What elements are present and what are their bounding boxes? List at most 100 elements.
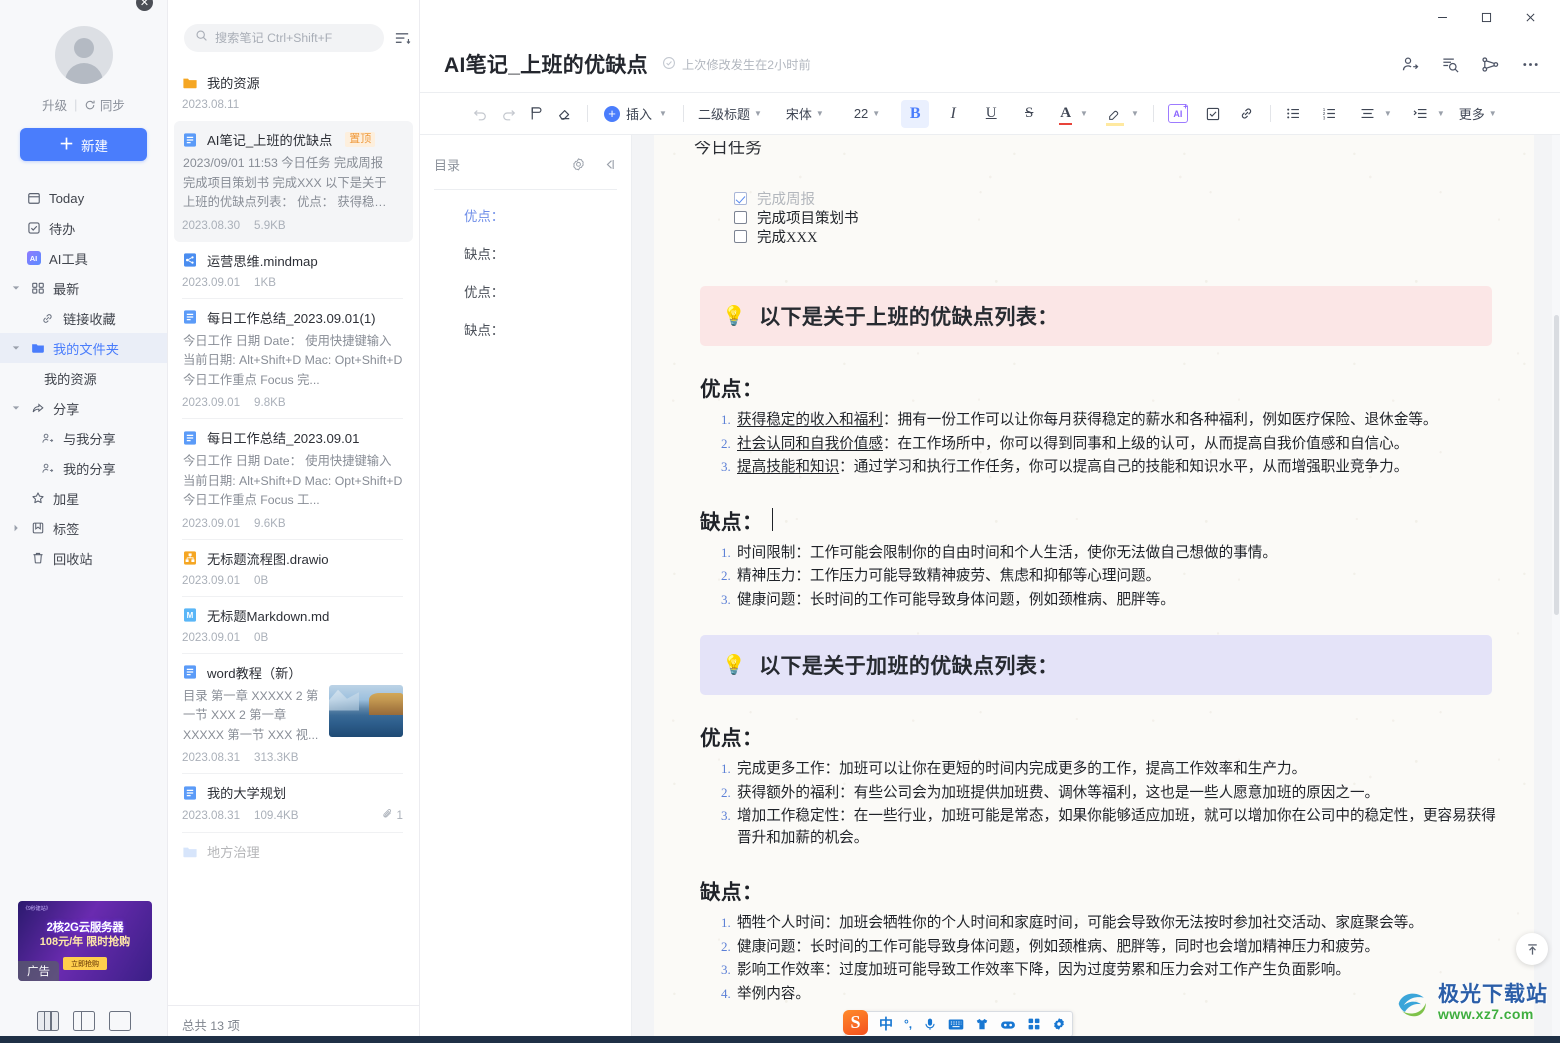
format-brush-button[interactable]: [522, 100, 550, 128]
list-item[interactable]: AI笔记_上班的优缺点 置顶 2023/09/01 11:53 今日任务 完成周…: [174, 121, 413, 242]
sidebar-item-ai-tools[interactable]: AI AI工具: [0, 243, 167, 273]
doc-search-icon[interactable]: [1440, 54, 1460, 74]
new-note-button[interactable]: ＋ 新建: [20, 128, 147, 161]
list-item[interactable]: 地方治理: [168, 833, 419, 871]
sidebar-item-tags[interactable]: 标签: [0, 513, 167, 543]
list-item[interactable]: 我的资源 2023.08.11: [168, 64, 419, 121]
sync-button[interactable]: 同步: [84, 95, 125, 114]
bullet-list-button[interactable]: [1280, 100, 1308, 128]
chevron-down-icon[interactable]: [10, 344, 22, 352]
strikethrough-button[interactable]: S: [1015, 100, 1043, 128]
list-item[interactable]: M 无标题Markdown.md 2023.09.01 0B: [168, 597, 419, 654]
toolbox-icon[interactable]: [1000, 1018, 1016, 1031]
toc-item[interactable]: 优点：: [434, 272, 617, 310]
checkbox-icon[interactable]: [734, 211, 747, 224]
more-tools-button[interactable]: 更多 ▼: [1454, 100, 1502, 128]
sidebar-item-share[interactable]: 分享: [0, 393, 167, 423]
clear-format-button[interactable]: [550, 100, 578, 128]
sidebar-item-my-folder[interactable]: 我的文件夹: [0, 333, 167, 363]
checkbox-insert-button[interactable]: [1199, 100, 1227, 128]
apps-icon[interactable]: [1027, 1017, 1041, 1031]
todo-item[interactable]: 完成周报: [734, 189, 1498, 208]
toc-item[interactable]: 缺点：: [434, 310, 617, 348]
sidebar-item-starred[interactable]: 加星: [0, 483, 167, 513]
document-body[interactable]: 今日任务 完成周报 完成项目策划书 完成XXX 💡 以下是关于上班的优缺点列表：…: [654, 135, 1534, 1005]
layout-two-column-button[interactable]: [72, 1011, 95, 1031]
checkbox-icon[interactable]: [734, 230, 747, 243]
underline-button[interactable]: U: [977, 100, 1005, 128]
sidebar-item-latest[interactable]: 最新: [0, 273, 167, 303]
upgrade-link[interactable]: 升级: [42, 95, 67, 114]
italic-button[interactable]: I: [939, 100, 967, 128]
sogou-logo-icon[interactable]: S: [843, 1010, 868, 1035]
font-color-button[interactable]: A ▼: [1055, 100, 1093, 128]
window-minimize-button[interactable]: [1420, 0, 1464, 34]
window-maximize-button[interactable]: [1464, 0, 1508, 34]
link-insert-button[interactable]: [1233, 100, 1261, 128]
scrollbar-thumb[interactable]: [1553, 315, 1559, 615]
collapse-left-icon[interactable]: [602, 157, 617, 172]
insert-button[interactable]: + 插入 ▼: [597, 100, 674, 128]
chevron-down-icon[interactable]: [10, 404, 22, 412]
redo-button[interactable]: [494, 100, 522, 128]
sidebar-item-my-shares[interactable]: 我的分享: [0, 453, 167, 483]
bold-button[interactable]: B: [901, 99, 930, 128]
document-scroll-area[interactable]: 今日任务 完成周报 完成项目策划书 完成XXX 💡 以下是关于上班的优缺点列表：…: [632, 135, 1560, 1043]
layout-single-column-button[interactable]: [108, 1011, 131, 1031]
search-box[interactable]: [184, 24, 384, 52]
ad-cta-button[interactable]: 立即抢购: [63, 957, 107, 970]
sidebar-item-my-resources[interactable]: 我的资源: [0, 363, 167, 393]
skin-icon[interactable]: [975, 1017, 989, 1031]
window-close-button[interactable]: [1508, 0, 1552, 34]
scroll-to-top-button[interactable]: [1516, 933, 1548, 965]
sidebar-item-shared-with-me[interactable]: 与我分享: [0, 423, 167, 453]
toc-item[interactable]: 缺点：: [434, 234, 617, 272]
align-button[interactable]: ▼: [1354, 100, 1397, 128]
sidebar-item-link-collection[interactable]: 链接收藏: [0, 303, 167, 333]
layout-three-column-button[interactable]: [36, 1011, 59, 1031]
vertical-scrollbar[interactable]: [1552, 135, 1560, 1043]
sidebar-item-today[interactable]: Today: [0, 183, 167, 213]
heading-style-dropdown[interactable]: 二级标题 ▼: [693, 100, 767, 128]
todo-item[interactable]: 完成XXX: [734, 227, 1498, 246]
chevron-down-icon[interactable]: ▼: [1384, 109, 1392, 118]
ime-mode-button[interactable]: 中: [879, 1014, 893, 1034]
list-item[interactable]: 无标题流程图.drawio 2023.09.01 0B: [168, 540, 419, 597]
document-paper[interactable]: 今日任务 完成周报 完成项目策划书 完成XXX 💡 以下是关于上班的优缺点列表：…: [654, 135, 1534, 1043]
gear-icon[interactable]: [571, 157, 586, 172]
font-size-dropdown[interactable]: 22 ▼: [849, 100, 885, 128]
mic-icon[interactable]: [923, 1017, 937, 1031]
chevron-down-icon[interactable]: ▼: [1131, 109, 1139, 118]
chevron-right-icon[interactable]: [10, 524, 22, 532]
indent-button[interactable]: ▼: [1407, 100, 1450, 128]
numbered-list-button[interactable]: 123: [1316, 100, 1344, 128]
share-user-icon[interactable]: [1400, 54, 1420, 74]
ai-assist-button[interactable]: AI +: [1163, 100, 1193, 128]
search-input[interactable]: [215, 31, 373, 45]
chevron-down-icon[interactable]: [10, 284, 22, 292]
toc-item[interactable]: 优点：: [434, 196, 617, 234]
note-list[interactable]: 我的资源 2023.08.11 AI笔记_上班的优缺点 置顶 2023/09/0…: [168, 62, 419, 1005]
ime-punctuation-button[interactable]: °,: [904, 1017, 912, 1031]
settings-icon[interactable]: [1052, 1017, 1066, 1031]
list-item[interactable]: 我的大学规划 2023.08.31 109.4KB 1: [168, 774, 419, 833]
font-family-dropdown[interactable]: 宋体 ▼: [781, 100, 829, 128]
list-item[interactable]: word教程（新） 目录 第一章 XXXXX 2 第一节 XXX 2 第一章 X…: [168, 654, 419, 774]
list-item[interactable]: 每日工作总结_2023.09.01 今日工作 日期 Date： 使用快捷键输入当…: [168, 419, 419, 540]
mindmap-node-icon[interactable]: [1480, 54, 1500, 74]
chevron-down-icon[interactable]: ▼: [1080, 109, 1088, 118]
advertisement-banner[interactable]: 《9秒建站》 2核2G云服务器 108元/年 限时抢购 立即抢购 广告: [18, 901, 152, 981]
todo-item[interactable]: 完成项目策划书: [734, 208, 1498, 227]
undo-button[interactable]: [466, 100, 494, 128]
sidebar-item-todo[interactable]: 待办: [0, 213, 167, 243]
list-item[interactable]: 运营思维.mindmap 2023.09.01 1KB: [168, 242, 419, 299]
sidebar-item-trash[interactable]: 回收站: [0, 543, 167, 573]
sort-icon[interactable]: [394, 28, 411, 48]
checkbox-icon[interactable]: [734, 192, 747, 205]
keyboard-icon[interactable]: [948, 1018, 964, 1031]
highlight-button[interactable]: ▼: [1101, 100, 1144, 128]
chevron-down-icon[interactable]: ▼: [1437, 109, 1445, 118]
more-icon[interactable]: [1520, 54, 1540, 74]
avatar[interactable]: [54, 26, 113, 84]
page-title[interactable]: AI笔记_上班的优缺点: [444, 49, 648, 79]
